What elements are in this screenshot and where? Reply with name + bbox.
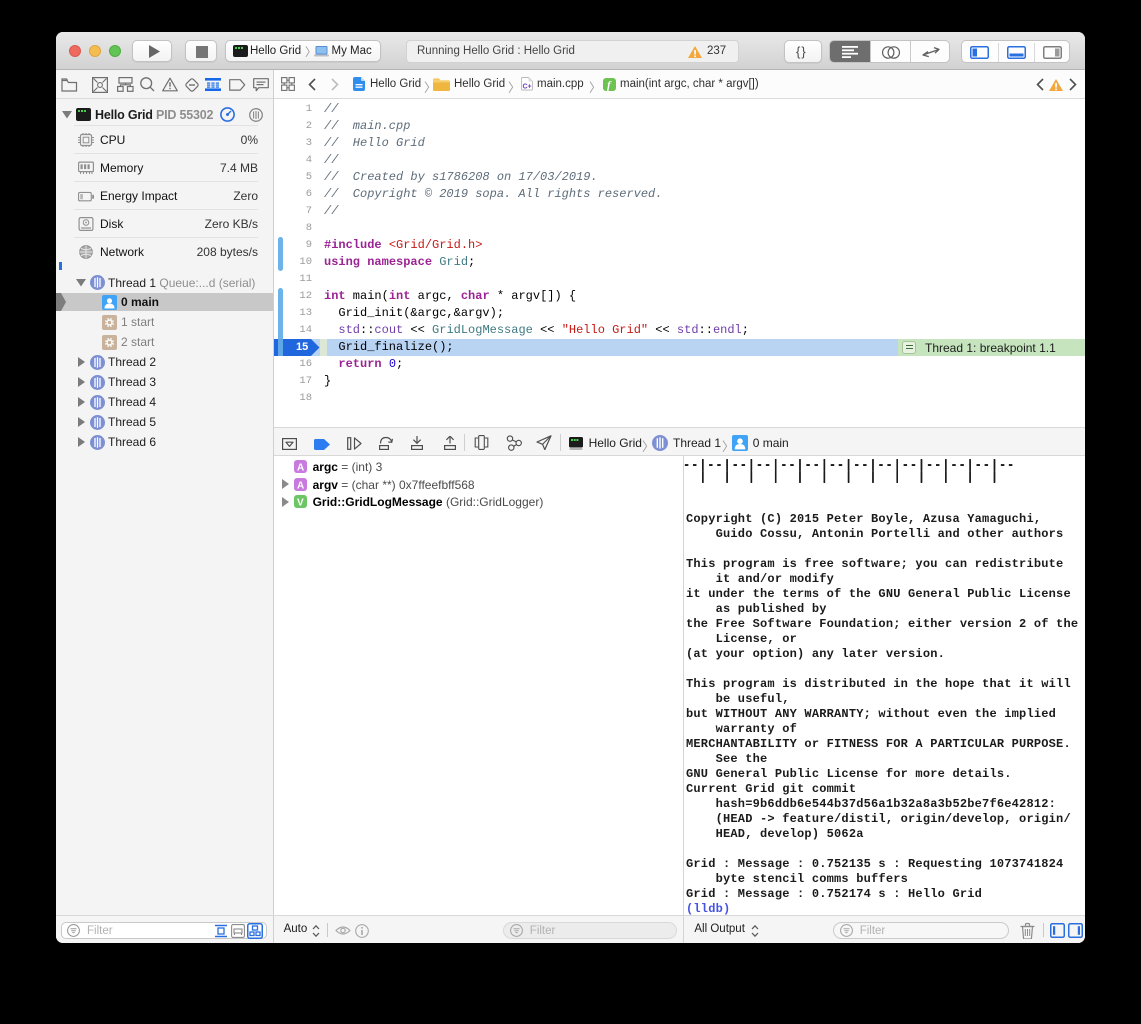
svg-text:A: A bbox=[297, 480, 304, 491]
svg-text:A: A bbox=[297, 463, 304, 474]
svg-text:V: V bbox=[297, 498, 304, 509]
svg-text:C+: C+ bbox=[523, 84, 532, 91]
